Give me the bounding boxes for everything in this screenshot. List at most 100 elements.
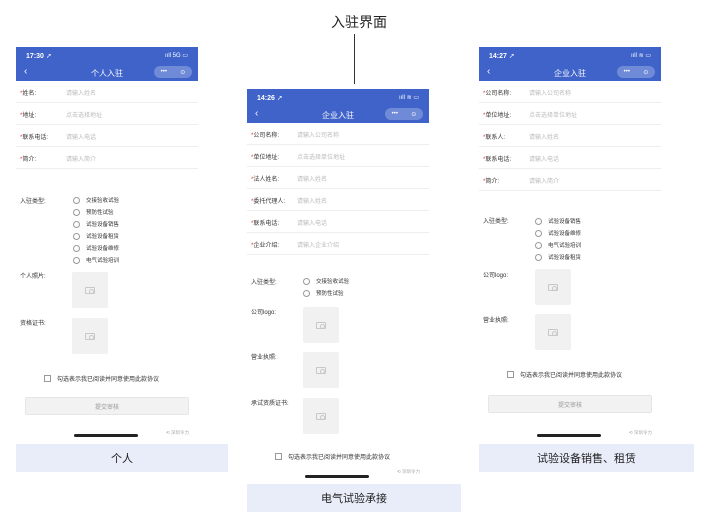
option-label: 电气试验培训	[548, 243, 582, 249]
name-input[interactable]: 请输入姓名	[66, 88, 96, 97]
form-row[interactable]: *简介: 请输入简介	[16, 147, 198, 169]
field-label: 简介:	[22, 157, 37, 163]
type-label: 入驻类型:	[483, 219, 509, 225]
radio-icon[interactable]	[535, 253, 542, 261]
agreement[interactable]: 勾选表示我已阅读并同意使用此款协议	[275, 452, 390, 461]
radio-icon[interactable]	[535, 241, 542, 249]
photo-upload[interactable]	[72, 272, 108, 308]
type-option[interactable]: 预防性试验	[303, 289, 344, 297]
company-input[interactable]: 请输入公司名称	[297, 130, 339, 139]
field-label: 简介:	[485, 179, 500, 185]
cert-upload[interactable]	[72, 318, 108, 354]
radio-icon[interactable]	[73, 244, 80, 252]
form-fields: *公司名称: 请输入公司名称 *单位地址: 点击选择单位地址 *联系人: 请输入姓名 …	[479, 81, 661, 191]
radio-icon[interactable]	[73, 196, 80, 204]
form-row[interactable]: *公司名称: 请输入公司名称	[247, 123, 429, 145]
company-input[interactable]: 请输入公司名称	[529, 88, 571, 97]
address-picker[interactable]: 点击选择单位地址	[529, 110, 577, 119]
form-row[interactable]: *联系电话: 请输入电话	[479, 147, 661, 169]
agreement[interactable]: 勾选表示我已阅读并同意使用此款协议	[44, 374, 159, 383]
logo-label: 公司logo:	[251, 310, 277, 316]
legal-person-input[interactable]: 请输入姓名	[297, 174, 327, 183]
option-label: 试验设备销售	[86, 222, 120, 228]
phone-equipment: 14:27 ➚ ııll ≋ ▭ ‹ 企业入驻 ••• ⊙ *公司名称: 请输入公…	[479, 47, 661, 440]
phone-input[interactable]: 请输入电话	[66, 132, 96, 141]
type-option[interactable]: 试验设备维修	[535, 229, 581, 237]
license-label: 营业执照:	[251, 355, 277, 361]
logo-upload[interactable]	[303, 307, 339, 343]
type-option[interactable]: 电气试验培训	[535, 241, 581, 249]
form-row[interactable]: *联系电话: 请输入电话	[16, 125, 198, 147]
close-target-icon[interactable]: ⊙	[411, 111, 416, 118]
address-picker[interactable]: 点击选择地址	[66, 110, 102, 119]
radio-icon[interactable]	[73, 232, 80, 240]
agreement[interactable]: 勾选表示我已阅读并同意使用此款协议	[507, 370, 622, 379]
phone-input[interactable]: 请输入电话	[297, 218, 327, 227]
form-row[interactable]: *法人姓名: 请输入姓名	[247, 167, 429, 189]
intro-input[interactable]: 请输入企业介绍	[297, 240, 339, 249]
field-label: 单位地址:	[485, 113, 512, 119]
submit-button[interactable]: 提交审核	[488, 395, 652, 413]
more-icon[interactable]: •••	[392, 111, 398, 117]
close-target-icon[interactable]: ⊙	[180, 69, 185, 76]
form-row[interactable]: *委托代理人: 请输入姓名	[247, 189, 429, 211]
mini-program-capsule[interactable]: ••• ⊙	[617, 66, 655, 78]
qualification-upload[interactable]	[303, 398, 339, 434]
form-row[interactable]: *简介: 请输入简介	[479, 169, 661, 191]
license-upload[interactable]	[535, 314, 571, 350]
option-label: 交接验收试验	[86, 198, 120, 204]
more-icon[interactable]: •••	[624, 69, 630, 75]
type-option[interactable]: 预防性试验	[73, 208, 114, 216]
close-target-icon[interactable]: ⊙	[643, 69, 648, 76]
radio-icon[interactable]	[73, 220, 80, 228]
cert-label: 资格证书:	[20, 321, 46, 327]
mini-program-capsule[interactable]: ••• ⊙	[385, 108, 423, 120]
type-option[interactable]: 试验设备销售	[73, 220, 119, 228]
radio-icon[interactable]	[303, 289, 310, 297]
agree-checkbox[interactable]	[275, 453, 282, 460]
mini-program-capsule[interactable]: ••• ⊙	[154, 66, 192, 78]
type-option[interactable]: 电气试验培训	[73, 256, 119, 264]
form-row[interactable]: *姓名: 请输入姓名	[16, 81, 198, 103]
page-title: 入驻界面	[331, 14, 387, 30]
radio-icon[interactable]	[535, 229, 542, 237]
radio-icon[interactable]	[73, 208, 80, 216]
form-row[interactable]: *联系人: 请输入姓名	[479, 125, 661, 147]
intro-input[interactable]: 请输入简介	[66, 154, 96, 163]
radio-icon[interactable]	[73, 256, 80, 264]
tech-support: ⟲ 深圳令力	[397, 469, 421, 474]
intro-input[interactable]: 请输入简介	[529, 176, 559, 185]
submit-button[interactable]: 提交审核	[25, 397, 189, 415]
caption-personal: 个人	[16, 444, 228, 472]
contact-input[interactable]: 请输入姓名	[529, 132, 559, 141]
type-option[interactable]: 试验设备维修	[73, 244, 119, 252]
radio-icon[interactable]	[303, 277, 310, 285]
license-upload[interactable]	[303, 352, 339, 388]
agree-checkbox[interactable]	[44, 375, 51, 382]
form-row[interactable]: *公司名称: 请输入公司名称	[479, 81, 661, 103]
type-option[interactable]: 交接验收试验	[303, 277, 349, 285]
form-row[interactable]: *企业介绍: 请输入企业介绍	[247, 233, 429, 255]
form-row[interactable]: *单位地址: 点击选择单位地址	[247, 145, 429, 167]
status-time: 17:30 ➚	[26, 53, 52, 60]
logo-upload[interactable]	[535, 269, 571, 305]
form-fields: *公司名称: 请输入公司名称 *单位地址: 点击选择单位地址 *法人姓名: 请输入姓名…	[247, 123, 429, 255]
field-label: 姓名:	[22, 91, 37, 97]
agree-checkbox[interactable]	[507, 371, 514, 378]
form-row[interactable]: *地址: 点击选择地址	[16, 103, 198, 125]
option-label: 试验设备维修	[548, 231, 582, 237]
license-label: 营业执照:	[483, 318, 509, 324]
type-option[interactable]: 试验设备销售	[535, 217, 581, 225]
type-option[interactable]: 交接验收试验	[73, 196, 119, 204]
agent-input[interactable]: 请输入姓名	[297, 196, 327, 205]
radio-icon[interactable]	[535, 217, 542, 225]
field-label: 公司名称:	[253, 133, 280, 139]
type-option[interactable]: 试验设备租赁	[73, 232, 119, 240]
form-row[interactable]: *单位地址: 点击选择单位地址	[479, 103, 661, 125]
phone-input[interactable]: 请输入电话	[529, 154, 559, 163]
form-row[interactable]: *联系电话: 请输入电话	[247, 211, 429, 233]
logo-label: 公司logo:	[483, 273, 509, 279]
more-icon[interactable]: •••	[161, 69, 167, 75]
address-picker[interactable]: 点击选择单位地址	[297, 152, 345, 161]
type-option[interactable]: 试验设备租赁	[535, 253, 581, 261]
